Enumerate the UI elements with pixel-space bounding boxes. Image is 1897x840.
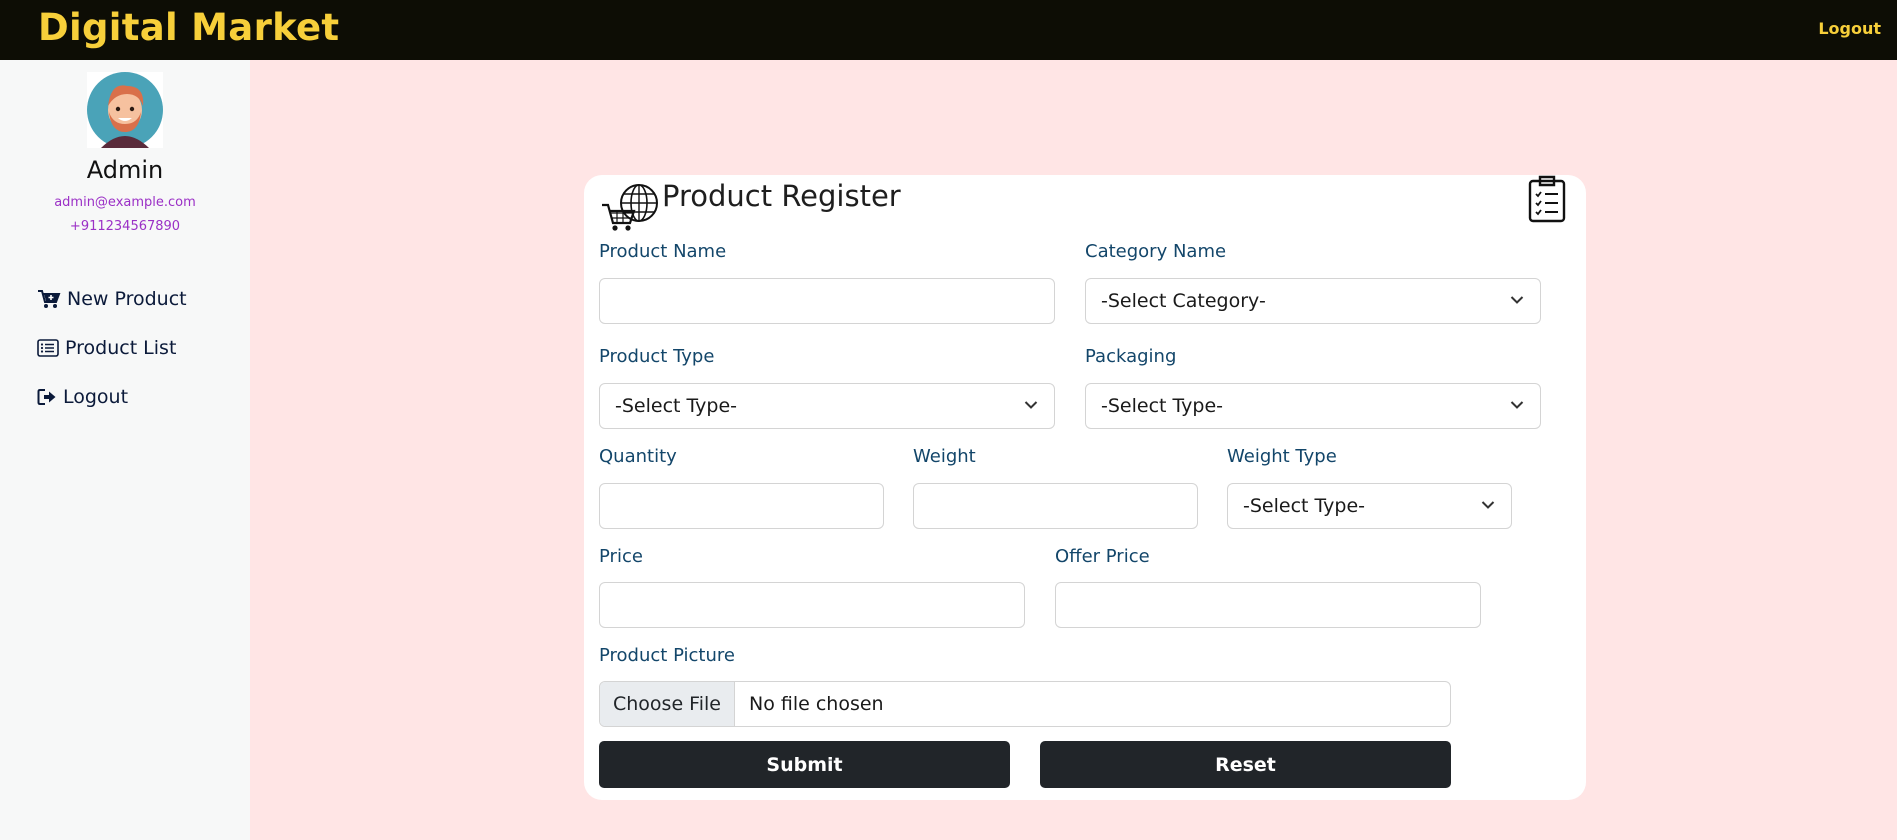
- weight-type-label: Weight Type: [1227, 446, 1337, 467]
- sidebar-item-new-product[interactable]: New Product: [37, 288, 187, 310]
- product-name-input[interactable]: [599, 278, 1055, 324]
- form-title: Product Register: [662, 179, 901, 213]
- sidebar-item-product-list[interactable]: Product List: [37, 337, 176, 359]
- offer-price-label: Offer Price: [1055, 546, 1150, 567]
- price-input[interactable]: [599, 582, 1025, 628]
- quantity-input[interactable]: [599, 483, 884, 529]
- chevron-down-icon: [1024, 401, 1038, 409]
- product-name-label: Product Name: [599, 241, 727, 262]
- category-name-label: Category Name: [1085, 241, 1227, 262]
- sidebar-item-label: Product List: [65, 337, 177, 359]
- product-picture-file-input[interactable]: Choose File No file chosen: [599, 681, 1451, 727]
- price-label: Price: [599, 546, 643, 567]
- packaging-select[interactable]: -Select Type-: [1085, 383, 1541, 429]
- user-email: admin@example.com: [54, 195, 196, 210]
- weight-type-select-value: -Select Type-: [1243, 495, 1366, 517]
- product-type-select-value: -Select Type-: [615, 395, 738, 417]
- choose-file-button[interactable]: Choose File: [600, 682, 735, 726]
- sign-out-icon: [37, 389, 56, 405]
- clipboard-checklist-icon: [1528, 175, 1566, 223]
- user-phone: +911234567890: [69, 219, 181, 234]
- product-picture-label: Product Picture: [599, 645, 735, 666]
- header-logout-link[interactable]: Logout: [1818, 19, 1881, 38]
- packaging-label: Packaging: [1085, 346, 1177, 367]
- sidebar-item-logout[interactable]: Logout: [37, 386, 128, 408]
- packaging-select-value: -Select Type-: [1101, 395, 1224, 417]
- product-type-label: Product Type: [599, 346, 715, 367]
- globe-cart-icon: [602, 184, 658, 231]
- quantity-label: Quantity: [599, 446, 677, 467]
- chevron-down-icon: [1510, 401, 1524, 409]
- product-type-select[interactable]: -Select Type-: [599, 383, 1055, 429]
- sidebar-item-label: New Product: [67, 288, 187, 310]
- product-register-form: Product Register Product Name Category N…: [584, 175, 1586, 800]
- category-select-value: -Select Category-: [1101, 290, 1266, 312]
- sidebar-item-label: Logout: [63, 386, 129, 408]
- cart-plus-icon: [38, 290, 61, 308]
- user-name: Admin: [86, 156, 164, 184]
- sidebar: Admin admin@example.com +911234567890 Ne…: [0, 60, 250, 840]
- chevron-down-icon: [1510, 296, 1524, 304]
- category-select[interactable]: -Select Category-: [1085, 278, 1541, 324]
- offer-price-input[interactable]: [1055, 582, 1481, 628]
- file-status: No file chosen: [749, 693, 884, 715]
- weight-input[interactable]: [913, 483, 1198, 529]
- weight-label: Weight: [913, 446, 976, 467]
- weight-type-select[interactable]: -Select Type-: [1227, 483, 1512, 529]
- chevron-down-icon: [1481, 501, 1495, 509]
- submit-button[interactable]: Submit: [599, 741, 1010, 788]
- reset-button[interactable]: Reset: [1040, 741, 1451, 788]
- brand-logo[interactable]: Digital Market: [38, 6, 339, 49]
- list-icon: [37, 339, 59, 357]
- avatar: [87, 72, 163, 148]
- top-navbar: Digital Market Logout: [0, 0, 1897, 60]
